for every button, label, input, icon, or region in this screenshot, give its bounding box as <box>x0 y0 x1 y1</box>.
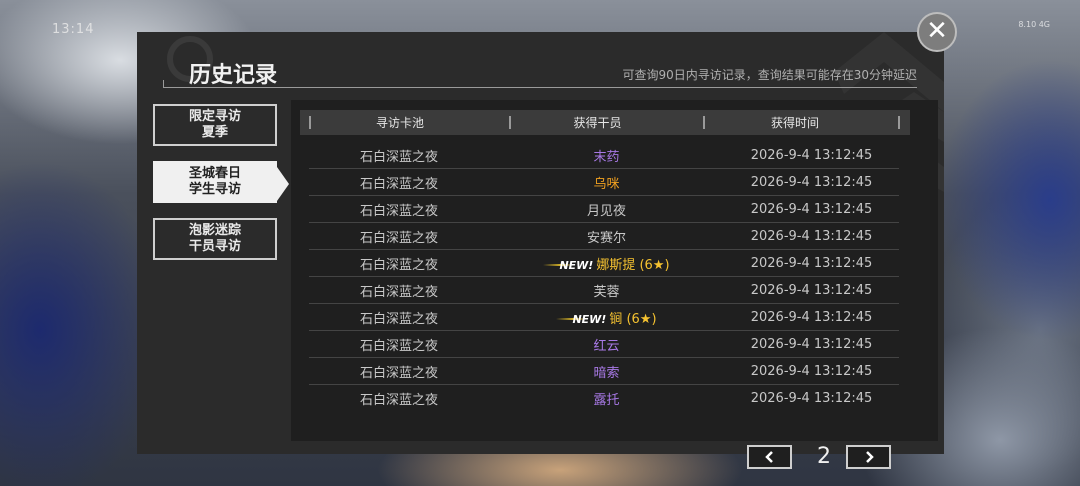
title-bar: 历史记录 可查询90日内寻访记录，查询结果可能存在30分钟延迟 <box>163 56 917 88</box>
cell-pool: 石白深蓝之夜 <box>359 311 438 327</box>
cell-operator: NEW! 锏 (6★) <box>489 308 724 327</box>
cell-time: 2026-9-4 13:12:45 <box>750 363 873 379</box>
cell-operator: NEW! 娜斯提 (6★) <box>489 254 724 273</box>
cell-pool: 石白深蓝之夜 <box>359 176 438 192</box>
cell-time: 2026-9-4 13:12:45 <box>750 309 873 325</box>
cell-time: 2026-9-4 13:12:45 <box>750 391 873 406</box>
cell-time: 2026-9-4 13:12:45 <box>750 174 873 190</box>
cell-pool: 石白深蓝之夜 <box>359 230 438 246</box>
new-badge: NEW! <box>556 312 607 326</box>
table-row: 石白深蓝之夜 暗索 2026-9-4 13:12:45 <box>309 358 899 385</box>
next-page-button[interactable] <box>846 445 891 469</box>
history-table: 寻访卡池 获得干员 获得时间 石白深蓝之夜 末药 2026-9-4 13:12:45… <box>291 100 938 469</box>
prev-page-button[interactable] <box>747 445 792 469</box>
cell-operator: 乌咪 <box>489 173 724 192</box>
page-title: 历史记录 <box>189 63 278 88</box>
column-header-pool: 寻访卡池 <box>375 116 424 130</box>
cell-pool: 石白深蓝之夜 <box>359 338 438 354</box>
sidebar-tab-spring-student[interactable]: 圣城春日 学生寻访 <box>153 161 289 203</box>
status-time: 13:14 <box>52 22 95 37</box>
cell-time: 2026-9-4 13:12:45 <box>750 255 873 271</box>
cell-pool: 石白深蓝之夜 <box>359 149 438 165</box>
sidebar-tab-line1: 泡影迷踪 <box>188 223 241 238</box>
table-row: 石白深蓝之夜 末药 2026-9-4 13:12:45 <box>309 142 899 169</box>
operator-name: 暗索 <box>593 365 620 381</box>
cell-pool: 石白深蓝之夜 <box>359 203 438 219</box>
cell-operator: 红云 <box>489 335 724 354</box>
cell-pool: 石白深蓝之夜 <box>359 393 438 408</box>
operator-name: 芙蓉 <box>593 284 620 300</box>
chevron-left-icon <box>764 451 773 463</box>
header-separator <box>898 116 900 129</box>
close-button[interactable]: ✕ <box>917 12 957 52</box>
chevron-right-icon <box>865 451 874 463</box>
operator-name: 娜斯提 (6★) <box>596 257 670 273</box>
page-subtitle: 可查询90日内寻访记录，查询结果可能存在30分钟延迟 <box>622 68 917 82</box>
cell-pool: 石白深蓝之夜 <box>359 365 438 381</box>
operator-name: 安赛尔 <box>586 230 626 246</box>
sidebar-tab-line2: 干员寻访 <box>188 239 241 254</box>
close-icon: ✕ <box>926 16 948 46</box>
table-row: 石白深蓝之夜 月见夜 2026-9-4 13:12:45 <box>309 196 899 223</box>
cell-operator: 芙蓉 <box>489 281 724 300</box>
table-row: 石白深蓝之夜 NEW! 锏 (6★) 2026-9-4 13:12:45 <box>309 304 899 331</box>
table-row: 石白深蓝之夜 NEW! 娜斯提 (6★) 2026-9-4 13:12:45 <box>309 250 899 277</box>
new-badge: NEW! <box>543 258 594 272</box>
sidebar-tab-line2: 夏季 <box>201 125 228 140</box>
sidebar-tab-line1: 圣城春日 <box>188 166 241 181</box>
operator-name: 乌咪 <box>593 176 620 192</box>
operator-name: 月见夜 <box>586 203 626 219</box>
table-body: 石白深蓝之夜 末药 2026-9-4 13:12:45 石白深蓝之夜 乌咪 2026-9-… <box>309 142 899 412</box>
column-header-time: 获得时间 <box>770 116 819 130</box>
cell-time: 2026-9-4 13:12:45 <box>750 336 873 352</box>
sidebar-tab-line1: 限定寻访 <box>188 109 241 124</box>
table-row: 石白深蓝之夜 红云 2026-9-4 13:12:45 <box>309 331 899 358</box>
cell-time: 2026-9-4 13:12:45 <box>750 228 873 244</box>
operator-name: 红云 <box>593 338 620 354</box>
cell-time: 2026-9-4 13:12:45 <box>750 282 873 298</box>
column-header-operator: 获得干员 <box>573 116 622 130</box>
operator-name: 锏 (6★) <box>609 311 657 327</box>
page-number: 2 <box>817 444 831 469</box>
operator-name: 末药 <box>593 149 620 165</box>
table-header: 寻访卡池 获得干员 获得时间 <box>300 110 910 135</box>
cell-pool: 石白深蓝之夜 <box>359 257 438 273</box>
cell-time: 2026-9-4 13:12:45 <box>750 147 873 163</box>
cell-operator: 月见夜 <box>489 200 724 219</box>
sidebar-tab-line2: 学生寻访 <box>188 182 241 197</box>
sidebar-tab-limited-summer[interactable]: 限定寻访 夏季 <box>153 104 277 146</box>
operator-name: 露托 <box>593 393 620 408</box>
status-signal: 8.10 4G <box>1018 20 1050 29</box>
table-row: 石白深蓝之夜 安赛尔 2026-9-4 13:12:45 <box>309 223 899 250</box>
table-row: 石白深蓝之夜 露托 2026-9-4 13:12:45 <box>309 385 899 412</box>
table-row: 石白深蓝之夜 芙蓉 2026-9-4 13:12:45 <box>309 277 899 304</box>
sidebar-tab-bubble-operator[interactable]: 泡影迷踪 干员寻访 <box>153 218 277 260</box>
cell-operator: 暗索 <box>489 362 724 381</box>
cell-operator: 露托 <box>489 389 724 408</box>
cell-pool: 石白深蓝之夜 <box>359 284 438 300</box>
cell-operator: 安赛尔 <box>489 227 724 246</box>
history-panel: 历史记录 可查询90日内寻访记录，查询结果可能存在30分钟延迟 限定寻访 夏季 … <box>137 32 944 469</box>
cell-time: 2026-9-4 13:12:45 <box>750 201 873 217</box>
table-row: 石白深蓝之夜 乌咪 2026-9-4 13:12:45 <box>309 169 899 196</box>
cell-operator: 末药 <box>489 146 724 165</box>
